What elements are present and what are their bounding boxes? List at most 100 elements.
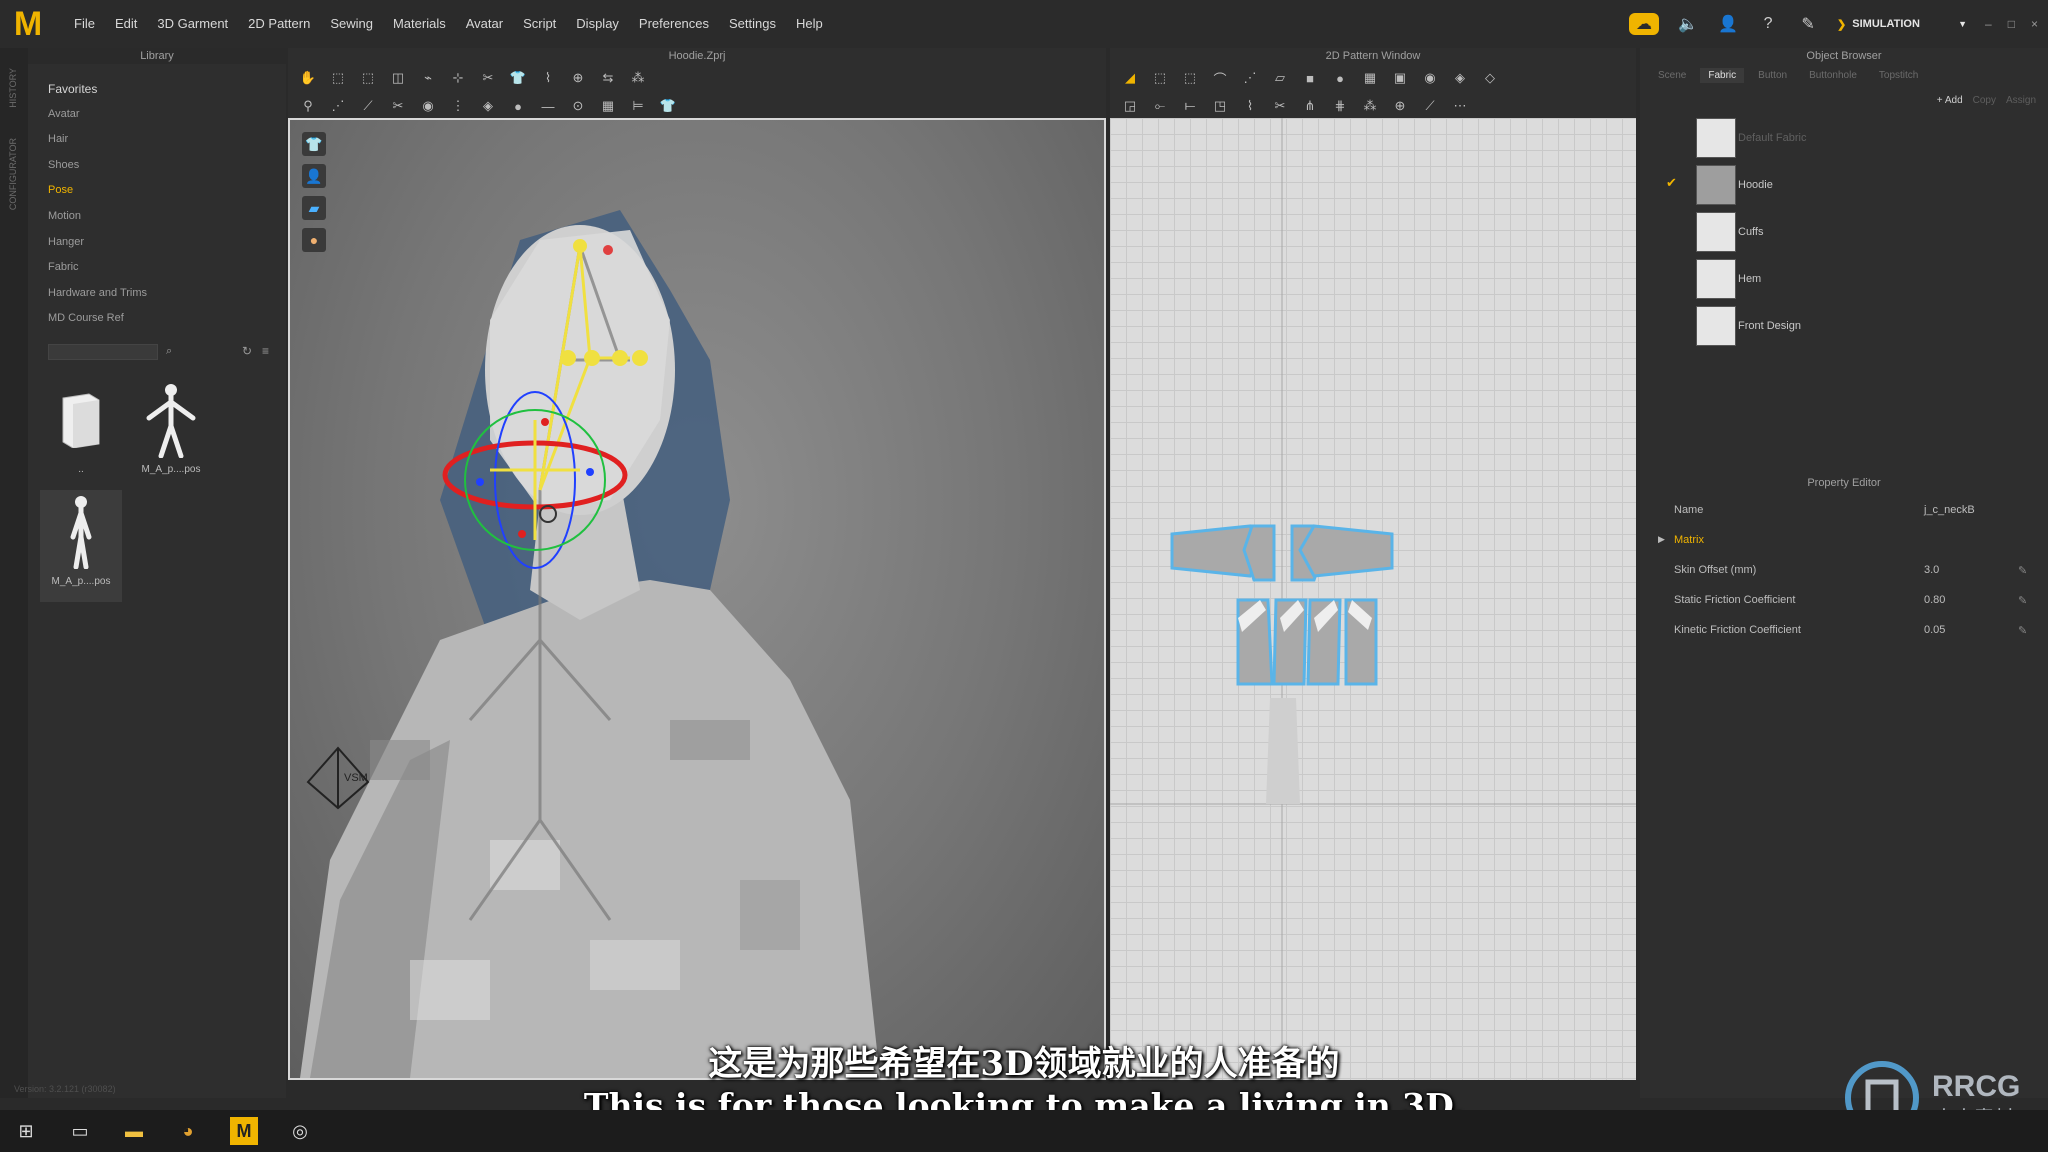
fabric-item-default[interactable]: Default Fabric (1640, 114, 2048, 161)
menu-edit[interactable]: Edit (105, 0, 147, 48)
measure-icon[interactable]: ⇆ (598, 68, 618, 88)
user-icon[interactable]: 👤 (1717, 13, 1739, 35)
property-value[interactable]: 3.0 (1924, 564, 1939, 576)
app-taskbar-icon[interactable]: M (230, 1117, 258, 1145)
file-explorer-icon[interactable]: ▬ (122, 1119, 146, 1143)
polygon-icon[interactable]: ▱ (1270, 68, 1290, 88)
assign-button[interactable]: Assign (2006, 95, 2036, 106)
tab-fabric[interactable]: Fabric (1700, 68, 1745, 83)
fabric-item-cuffs[interactable]: Cuffs (1640, 208, 2048, 255)
library-item-shoes[interactable]: Shoes (48, 159, 286, 185)
add-point-icon[interactable]: ⋰ (1240, 68, 1260, 88)
fabric-item-hoodie[interactable]: ✔ Hoodie (1640, 161, 2048, 208)
arrange-icon[interactable]: ⁂ (628, 68, 648, 88)
speaker-icon[interactable]: 🔈 (1677, 13, 1699, 35)
menu-3d-garment[interactable]: 3D Garment (147, 0, 238, 48)
library-item-motion[interactable]: Motion (48, 210, 286, 236)
mode-select[interactable]: ❯ SIMULATION ▼ (1837, 18, 1967, 31)
wrench-icon[interactable]: ✎ (1797, 13, 1819, 35)
m-n-sewing-icon[interactable]: ◳ (1210, 96, 1230, 116)
property-value[interactable]: j_c_neckB (1924, 504, 1975, 516)
expand-arrow-icon[interactable]: ▶ (1658, 534, 1665, 545)
fold-arrangement-icon[interactable]: ⌇ (1240, 96, 1260, 116)
target-icon[interactable]: ⊙ (568, 96, 588, 116)
menu-display[interactable]: Display (566, 0, 629, 48)
edit-sewing-icon[interactable]: ✂ (1270, 96, 1290, 116)
tack-icon[interactable]: ⊕ (568, 68, 588, 88)
select-move-icon[interactable]: ✋ (298, 68, 318, 88)
2d-pattern-viewport[interactable] (1110, 118, 1636, 1080)
thumb-parent-folder[interactable]: .. (40, 378, 122, 490)
fabric-item-front-design[interactable]: Front Design (1640, 302, 2048, 349)
menu-avatar[interactable]: Avatar (456, 0, 513, 48)
dart-icon[interactable]: ◈ (1450, 68, 1470, 88)
edit-icon[interactable]: ✎ (2018, 624, 2027, 637)
matrix-row[interactable]: ▶ Matrix (1640, 534, 2048, 556)
search-icon[interactable]: ⌕ (166, 345, 172, 358)
garment-icon[interactable]: 👕 (508, 68, 528, 88)
edit-curve-icon[interactable]: ⬚ (1180, 68, 1200, 88)
fabric-grain-icon[interactable]: ⟋ (1420, 96, 1440, 116)
seam-allowance-icon[interactable]: ◲ (1120, 96, 1140, 116)
tab-scene[interactable]: Scene (1650, 68, 1694, 83)
task-view-icon[interactable]: ▭ (68, 1119, 92, 1143)
edit-icon[interactable]: ✎ (2018, 564, 2027, 577)
fold-icon[interactable]: ⌇ (538, 68, 558, 88)
point-tool-icon[interactable]: ⋰ (328, 96, 348, 116)
menu-script[interactable]: Script (513, 0, 566, 48)
internal-polygon-icon[interactable]: ▦ (1360, 68, 1380, 88)
fabric-item-hem[interactable]: Hem (1640, 255, 2048, 302)
library-item-pose[interactable]: Pose (48, 184, 286, 210)
property-value[interactable]: 0.80 (1924, 594, 1945, 606)
library-item-fabric[interactable]: Fabric (48, 261, 286, 287)
fabric-display-icon[interactable]: ▰ (302, 196, 326, 220)
refresh-icon[interactable]: ↻ (242, 344, 252, 358)
windows-start-icon[interactable]: ⊞ (14, 1119, 38, 1143)
tab-topstitch[interactable]: Topstitch (1871, 68, 1926, 83)
library-favorites[interactable]: Favorites (48, 82, 286, 108)
avatar-skin-icon[interactable]: ● (302, 228, 326, 252)
texture-icon[interactable]: ▦ (598, 96, 618, 116)
thumb-pose-1[interactable]: M_A_p....pos (130, 378, 212, 490)
menu-materials[interactable]: Materials (383, 0, 456, 48)
tab-buttonhole[interactable]: Buttonhole (1801, 68, 1865, 83)
maximize-icon[interactable]: □ (2008, 17, 2015, 31)
circle-icon[interactable]: ● (508, 96, 528, 116)
garment-display-icon[interactable]: 👕 (302, 132, 326, 156)
obs-icon[interactable]: ◎ (288, 1119, 312, 1143)
tuck-icon[interactable]: ⋔ (1300, 96, 1320, 116)
cut-icon[interactable]: ✂ (388, 96, 408, 116)
menu-preferences[interactable]: Preferences (629, 0, 719, 48)
line-icon[interactable]: — (538, 96, 558, 116)
segment-sewing-icon[interactable]: ⟜ (1150, 96, 1170, 116)
button-tool-icon[interactable]: ◉ (418, 96, 438, 116)
library-item-hanger[interactable]: Hanger (48, 236, 286, 262)
rectangle-icon[interactable]: ■ (1300, 68, 1320, 88)
library-search-input[interactable] (48, 344, 158, 360)
pin-icon[interactable]: ⊹ (448, 68, 468, 88)
3d-viewport[interactable]: VSM 👕 👤 ▰ ● (288, 118, 1106, 1080)
tab-button[interactable]: Button (1750, 68, 1795, 83)
minimize-icon[interactable]: – (1985, 17, 1992, 31)
edit-icon[interactable]: ✎ (2018, 594, 2027, 607)
pleat-icon[interactable]: ⋕ (1330, 96, 1350, 116)
circle-pattern-icon[interactable]: ● (1330, 68, 1350, 88)
transform-pattern-icon[interactable]: ◢ (1120, 68, 1140, 88)
avatar-display-icon[interactable]: 👤 (302, 164, 326, 188)
history-tab[interactable]: HISTORY (8, 68, 18, 108)
add-button[interactable]: + Add (1937, 95, 1963, 106)
internal-circle-icon[interactable]: ◉ (1420, 68, 1440, 88)
list-view-icon[interactable]: ≡ (262, 344, 269, 358)
align-icon[interactable]: ⊨ (628, 96, 648, 116)
menu-settings[interactable]: Settings (719, 0, 786, 48)
library-item-md-course-ref[interactable]: MD Course Ref (48, 312, 286, 338)
cloud-icon[interactable]: ☁ (1629, 13, 1660, 35)
sew-icon[interactable]: ✂ (478, 68, 498, 88)
free-sewing-icon[interactable]: ⟝ (1180, 96, 1200, 116)
line-tool-icon[interactable]: ⟋ (358, 96, 378, 116)
help-icon[interactable]: ? (1757, 13, 1779, 35)
brush-icon[interactable]: ⌁ (418, 68, 438, 88)
configurator-tab[interactable]: CONFIGURATOR (8, 138, 18, 210)
zipper-icon[interactable]: ⋮ (448, 96, 468, 116)
trim-icon[interactable]: ◈ (478, 96, 498, 116)
